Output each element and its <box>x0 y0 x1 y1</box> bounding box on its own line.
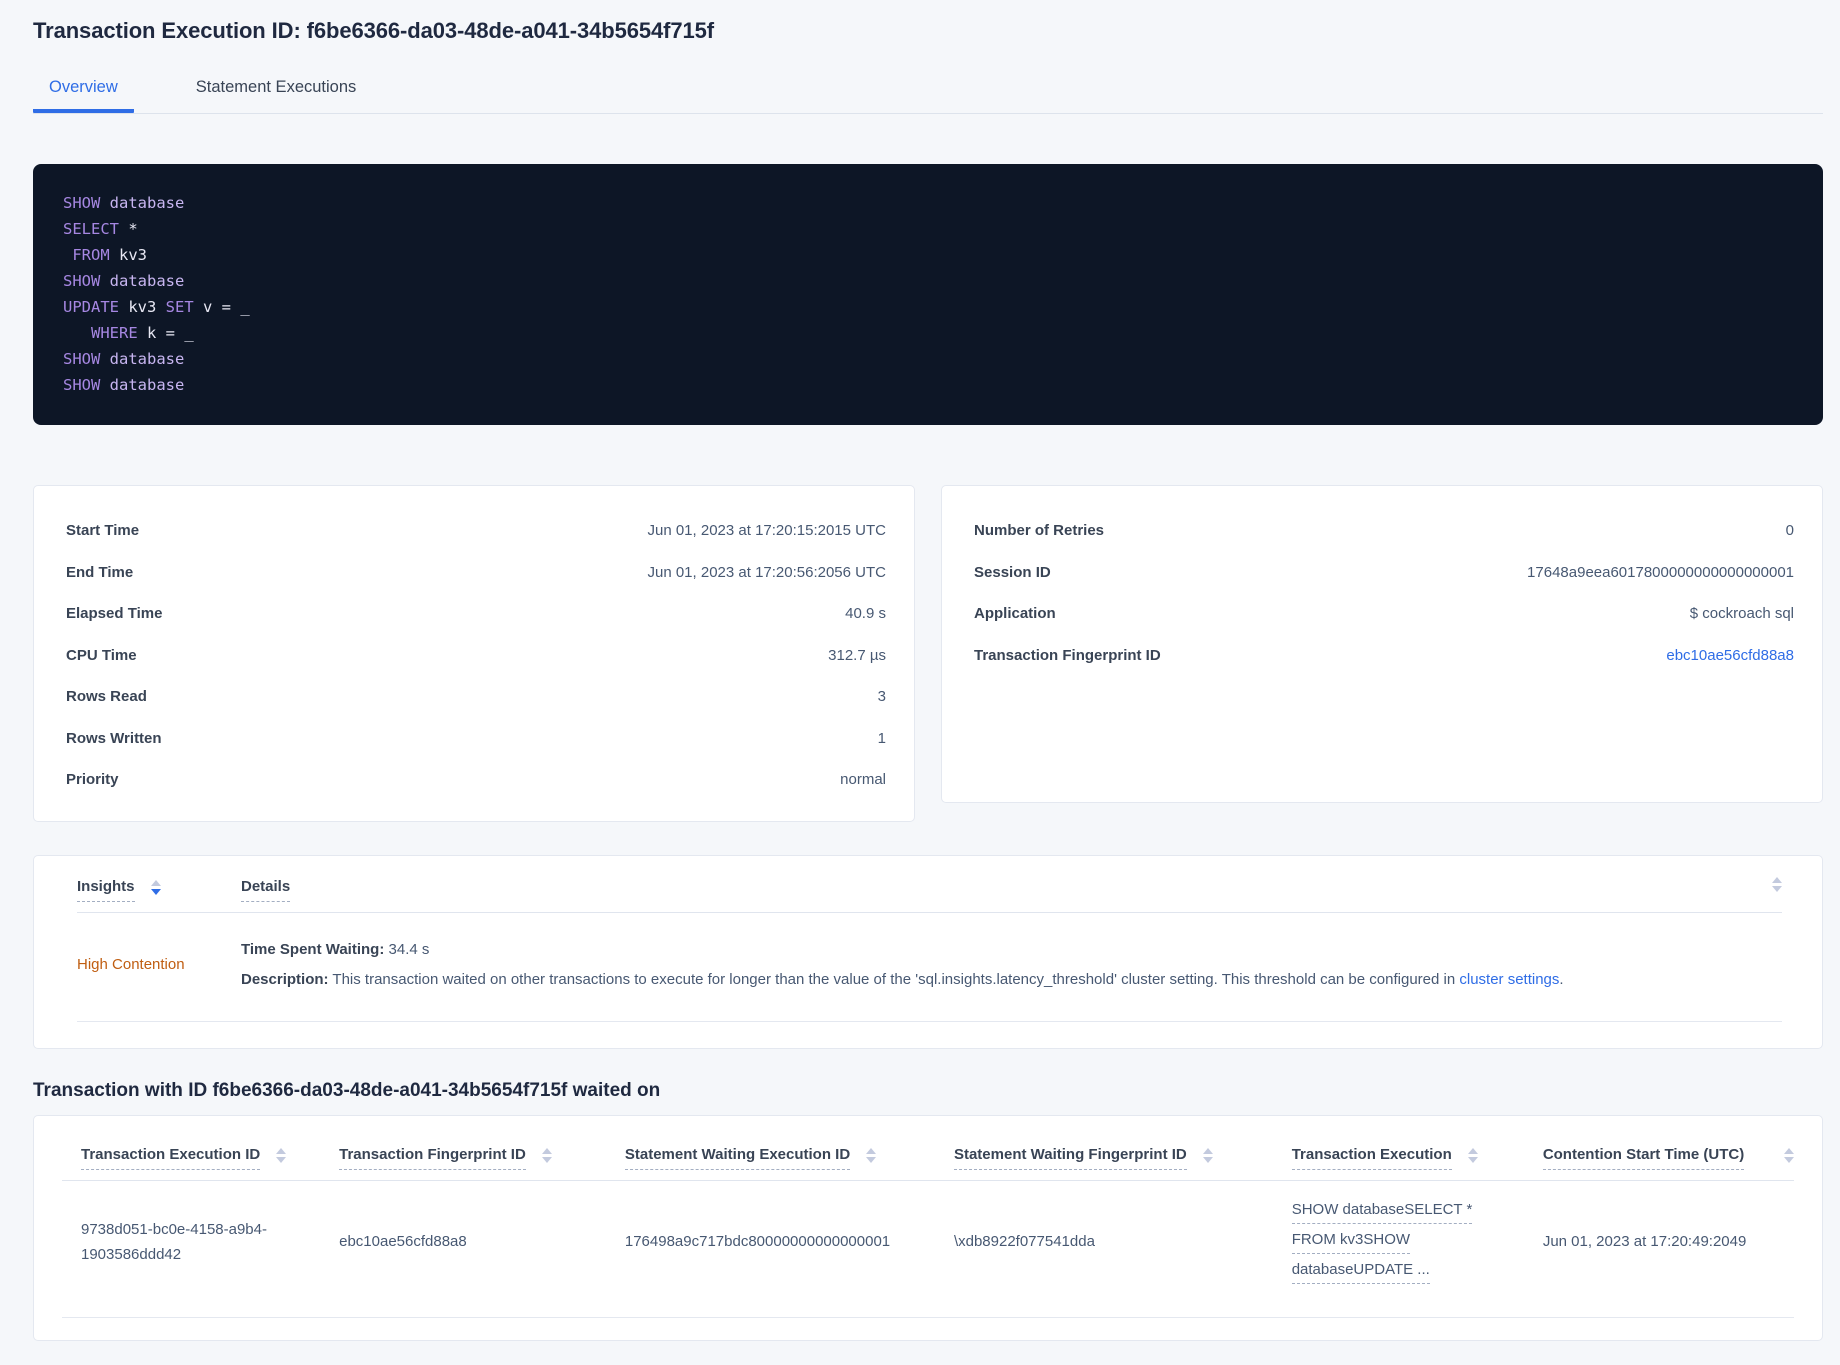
summary-label: Application <box>974 605 1056 623</box>
transaction-execution-id-cell: 9738d051-bc0e-4158-a9b4-1903586ddd42 <box>81 1220 267 1263</box>
summary-label: Transaction Fingerprint ID <box>974 646 1161 664</box>
session-row: Number of Retries 0 <box>942 510 1822 552</box>
sql-code-line: SHOW database <box>63 194 185 212</box>
summary-card-timing: Start Time Jun 01, 2023 at 17:20:15:2015 … <box>33 485 915 822</box>
sql-code-line: SELECT * <box>63 220 138 238</box>
sql-code-line: WHERE k = _ <box>91 324 194 342</box>
time-spent-waiting: Time Spent Waiting: 34.4 s <box>241 940 430 958</box>
insight-details: Time Spent Waiting: 34.4 s Description: … <box>241 935 1782 995</box>
waited-table-header: Transaction Execution ID Transaction Fing… <box>62 1146 1794 1170</box>
summary-value: 17648a9eea6017800000000000000001 <box>1527 563 1794 581</box>
insight-type-label: High Contention <box>77 956 185 973</box>
transaction-execution-preview-line[interactable]: SHOW databaseSELECT * <box>1291 1197 1473 1224</box>
column-header-label[interactable]: Transaction Execution ID <box>81 1146 261 1170</box>
details-column-header[interactable]: Details <box>241 877 1756 902</box>
summary-value: Jun 01, 2023 at 17:20:15:2015 UTC <box>647 522 886 540</box>
transaction-fingerprint-id-cell: ebc10ae56cfd88a8 <box>339 1233 467 1250</box>
insight-description: Description: This transaction waited on … <box>241 970 1564 988</box>
sql-code-line: SHOW database <box>63 272 185 290</box>
page-title: Transaction Execution ID: f6be6366-da03-… <box>33 18 714 43</box>
summary-label: CPU Time <box>66 646 137 664</box>
column-header-label[interactable]: Statement Waiting Fingerprint ID <box>953 1146 1187 1170</box>
sort-icon[interactable] <box>1772 876 1782 892</box>
table-row: 9738d051-bc0e-4158-a9b4-1903586ddd42 ebc1… <box>62 1181 1794 1318</box>
timing-row: Start Time Jun 01, 2023 at 17:20:15:2015 … <box>34 510 914 552</box>
column-header-label[interactable]: Contention Start Time (UTC) <box>1542 1146 1745 1170</box>
session-row: Session ID 17648a9eea60178000000000000000… <box>942 552 1822 594</box>
contention-start-time-cell: Jun 01, 2023 at 17:20:49:2049 <box>1542 1233 1747 1250</box>
column-header-label[interactable]: Transaction Execution <box>1291 1146 1452 1170</box>
summary-value: 0 <box>1785 522 1794 540</box>
summary-label: Number of Retries <box>974 522 1105 540</box>
waited-on-section-title: Transaction with ID f6be6366-da03-48de-a… <box>33 1079 661 1101</box>
column-header[interactable]: Transaction Execution <box>1291 1146 1543 1170</box>
insights-table-card: Insights Details High Contention Time Sp… <box>33 854 1823 1049</box>
summary-value: 1 <box>877 729 886 747</box>
sort-icon[interactable] <box>866 1147 877 1163</box>
summary-card-session: Number of Retries 0 Session ID 17648a9eea60… <box>941 485 1823 803</box>
sql-code-line: SHOW database <box>63 350 185 368</box>
summary-label: Rows Written <box>66 729 162 747</box>
cluster-settings-link[interactable]: cluster settings <box>1459 971 1559 988</box>
summary-label: Rows Read <box>66 688 147 706</box>
details-header-label[interactable]: Details <box>241 877 291 902</box>
transaction-execution-preview-line[interactable]: databaseUPDATE ... <box>1291 1257 1430 1284</box>
summary-value: 40.9 s <box>845 605 886 623</box>
timing-row: Rows Written 1 <box>34 718 914 760</box>
transaction-execution-preview-link[interactable]: SHOW databaseSELECT * FROM kv3SHOW databas… <box>1291 1197 1543 1287</box>
sort-icon[interactable] <box>1202 1147 1213 1163</box>
column-header[interactable]: Statement Waiting Fingerprint ID <box>953 1146 1292 1170</box>
insights-header-label[interactable]: Insights <box>77 878 135 902</box>
column-header[interactable]: Transaction Fingerprint ID <box>339 1146 625 1170</box>
timing-row: Priority normal <box>34 759 914 801</box>
column-header[interactable]: Contention Start Time (UTC) <box>1542 1146 1794 1170</box>
sort-icon[interactable] <box>150 879 161 895</box>
summary-value: $ cockroach sql <box>1689 605 1794 623</box>
timing-row: CPU Time 312.7 µs <box>34 635 914 677</box>
sort-icon[interactable] <box>541 1147 552 1163</box>
summary-value: 312.7 µs <box>828 646 886 664</box>
tab-overview[interactable]: Overview <box>33 68 134 113</box>
summary-cards: Start Time Jun 01, 2023 at 17:20:15:2015 … <box>33 485 1823 822</box>
summary-label: Priority <box>66 771 119 789</box>
sort-icon[interactable] <box>1783 1147 1794 1163</box>
session-row: Application $ cockroach sql <box>942 593 1822 635</box>
sql-code-line: UPDATE kv3 SET v = _ <box>63 298 250 316</box>
statement-waiting-execution-id-cell: 176498a9c717bdc80000000000000001 <box>624 1233 891 1250</box>
summary-label: Elapsed Time <box>66 605 163 623</box>
column-header-label[interactable]: Transaction Fingerprint ID <box>339 1146 526 1170</box>
column-header[interactable]: Transaction Execution ID <box>62 1146 339 1170</box>
sql-code-line: SHOW database <box>63 376 185 394</box>
timing-row: End Time Jun 01, 2023 at 17:20:56:2056 UT… <box>34 552 914 594</box>
session-row: Transaction Fingerprint ID ebc10ae56cfd88… <box>942 635 1822 677</box>
tab-bar: Overview Statement Executions <box>33 68 1823 114</box>
column-header[interactable]: Statement Waiting Execution ID <box>624 1146 954 1170</box>
timing-row: Rows Read 3 <box>34 676 914 718</box>
summary-label: Start Time <box>66 522 140 540</box>
transaction-execution-preview-line[interactable]: FROM kv3SHOW <box>1291 1227 1411 1254</box>
insight-row: High Contention Time Spent Waiting: 34.4… <box>77 913 1782 1022</box>
summary-value: 3 <box>877 688 886 706</box>
summary-label: End Time <box>66 563 134 581</box>
sql-code-line: FROM kv3 <box>72 246 147 264</box>
sort-icon[interactable] <box>1467 1147 1478 1163</box>
transaction-details-page: Transaction Execution ID: f6be6366-da03-… <box>0 0 1840 1365</box>
insights-table-header: Insights Details <box>77 876 1782 902</box>
tab-statement-executions[interactable]: Statement Executions <box>180 68 373 113</box>
waited-table-body: 9738d051-bc0e-4158-a9b4-1903586ddd42 ebc1… <box>62 1181 1794 1318</box>
timing-row: Elapsed Time 40.9 s <box>34 593 914 635</box>
insights-column-header[interactable]: Insights <box>77 878 241 902</box>
summary-value: normal <box>840 771 886 789</box>
statement-waiting-fingerprint-id-cell: \xdb8922f077541dda <box>953 1233 1095 1250</box>
sql-statements-block: SHOW database SELECT * FROM kv3 SHOW datab… <box>33 164 1823 425</box>
sort-icon[interactable] <box>276 1147 287 1163</box>
transaction-fingerprint-link[interactable]: ebc10ae56cfd88a8 <box>1666 647 1794 664</box>
waited-on-table-card: Transaction Execution ID Transaction Fing… <box>33 1114 1823 1341</box>
column-header-label[interactable]: Statement Waiting Execution ID <box>624 1146 851 1170</box>
summary-label: Session ID <box>974 563 1051 581</box>
summary-value: Jun 01, 2023 at 17:20:56:2056 UTC <box>647 563 886 581</box>
